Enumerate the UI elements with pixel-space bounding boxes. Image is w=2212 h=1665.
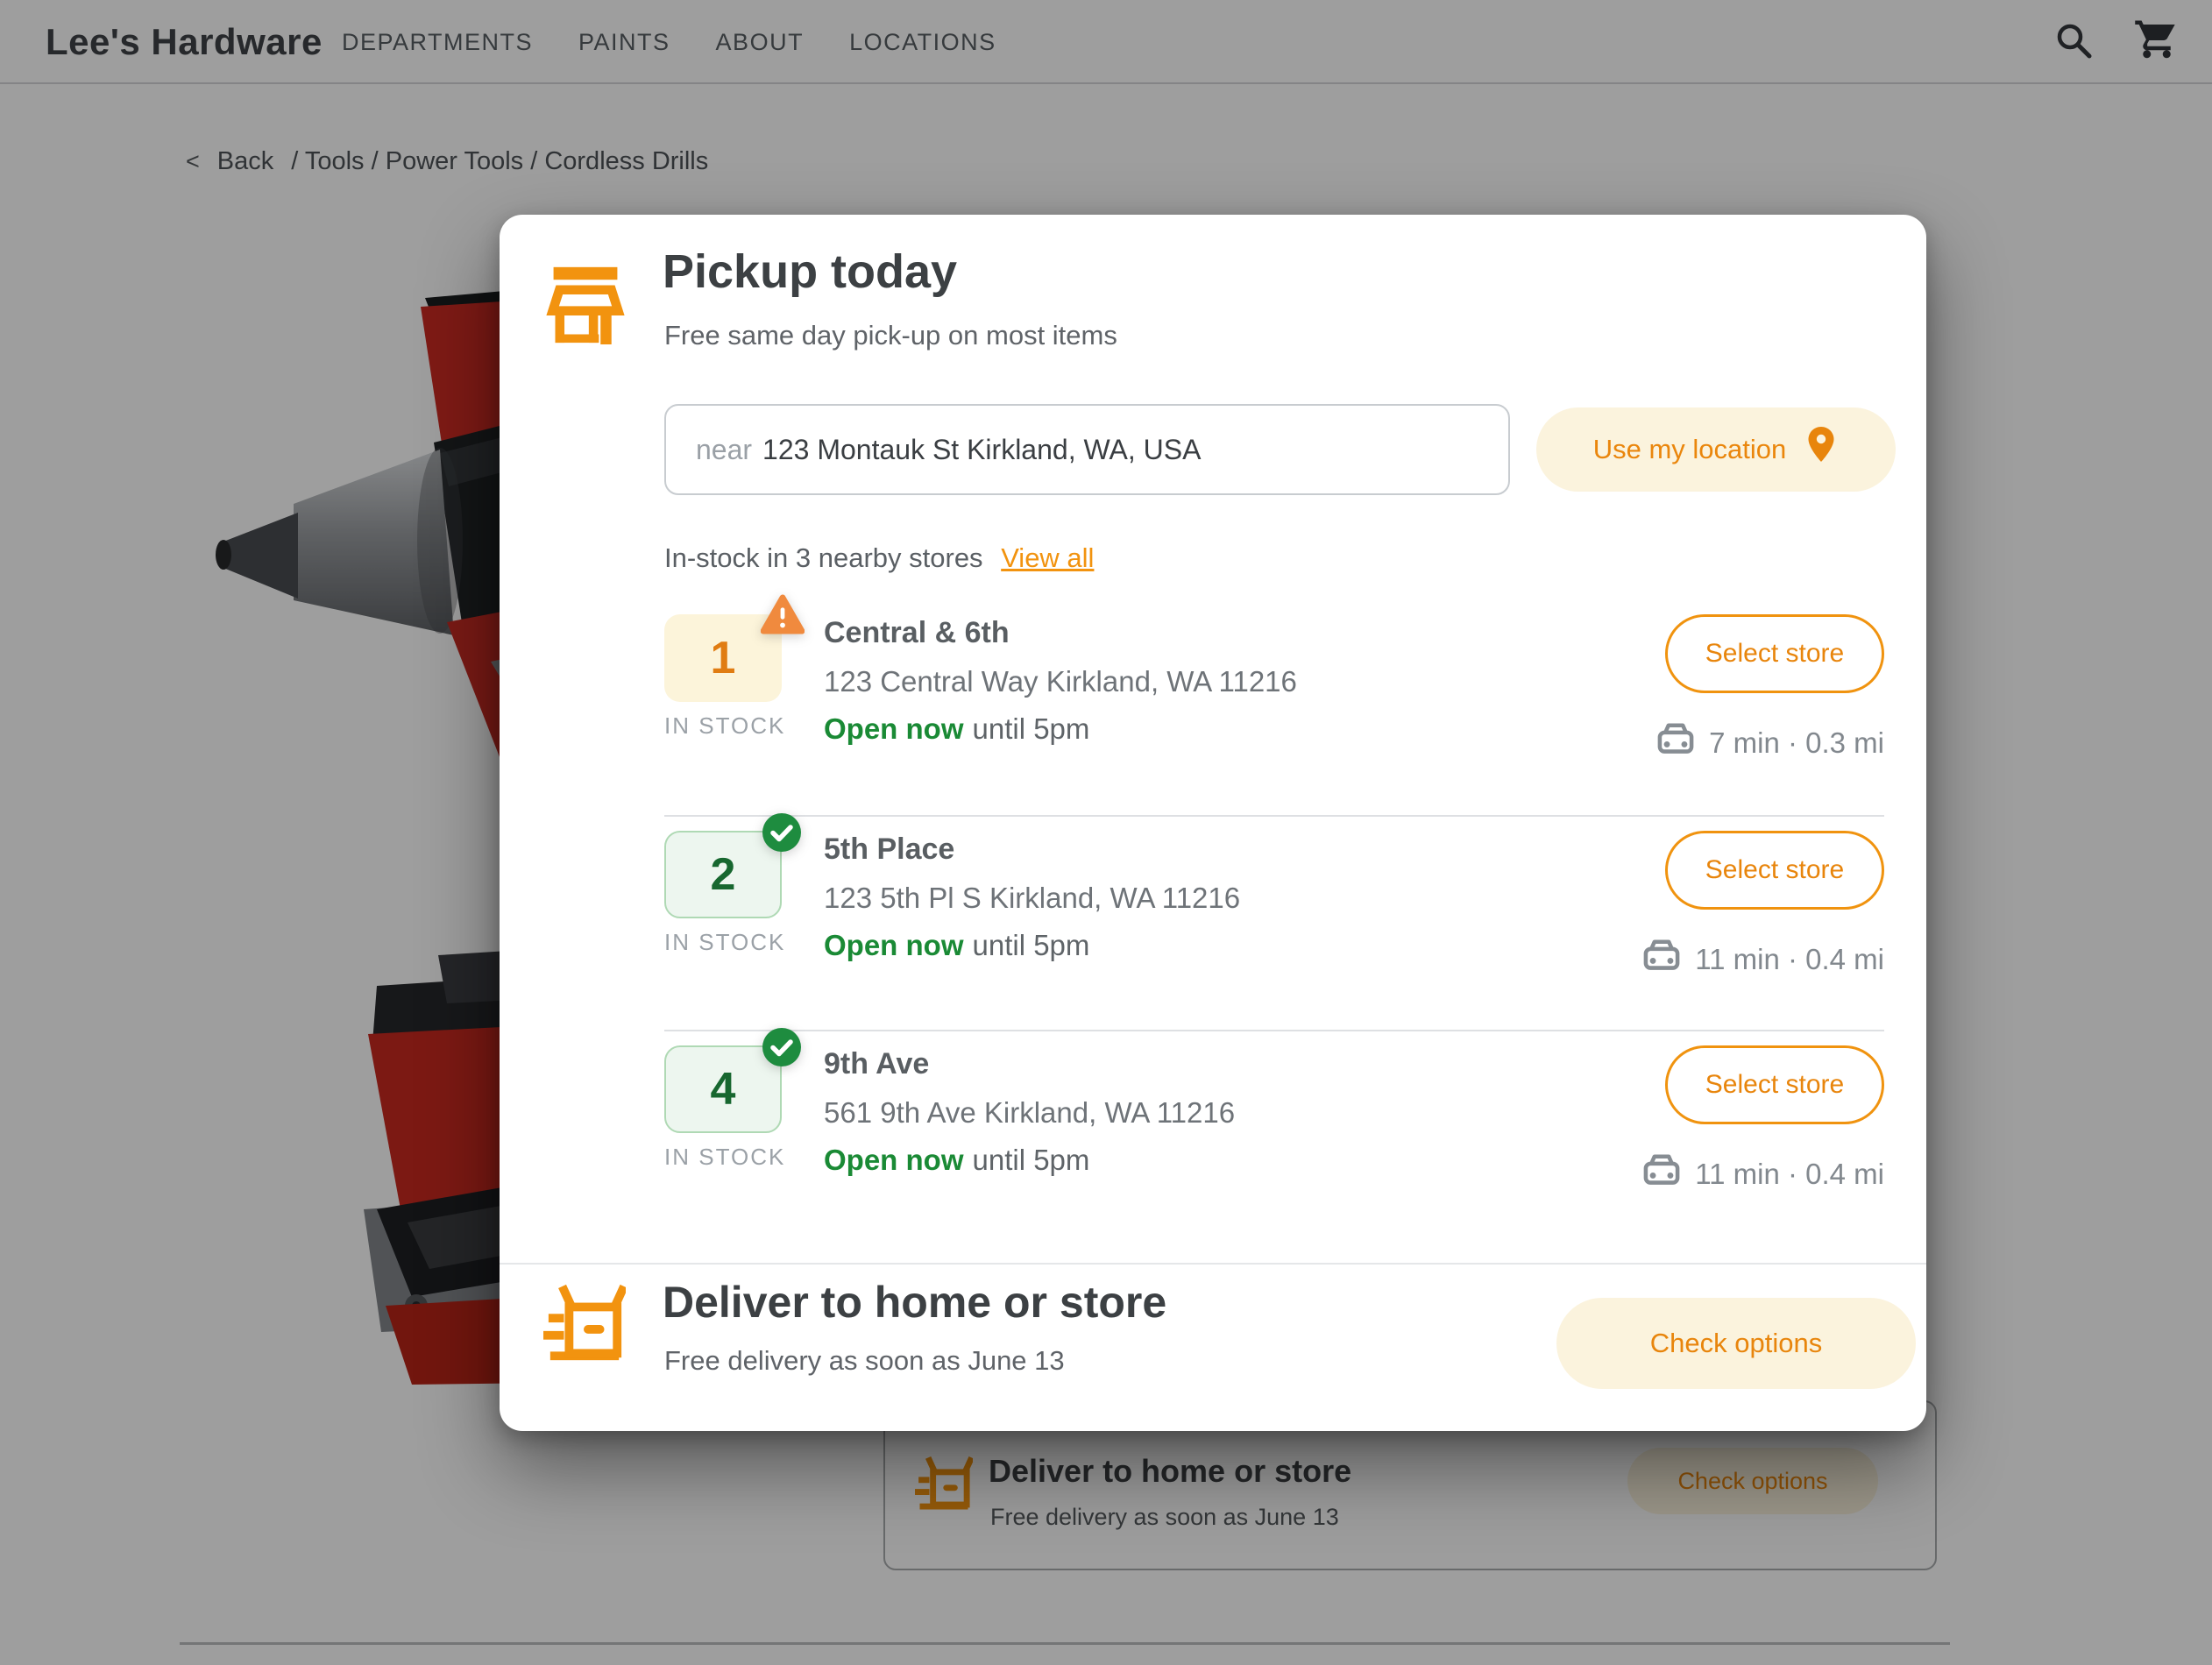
- stock-summary: In-stock in 3 nearby stores View all: [664, 542, 1094, 574]
- store-address: 123 5th Pl S Kirkland, WA 11216: [824, 882, 1652, 915]
- pickup-modal: Pickup today Free same day pick-up on mo…: [500, 215, 1926, 1431]
- car-icon: [1656, 723, 1695, 763]
- store-row: 2 IN STOCK 5th Place 123 5th Pl S Kirkla…: [664, 815, 1884, 1030]
- select-store-button[interactable]: Select store: [1665, 614, 1884, 693]
- in-stock-label: IN STOCK: [664, 712, 824, 740]
- delivery-subtitle: Free delivery as soon as June 13: [664, 1345, 1065, 1377]
- store-row: 4 IN STOCK 9th Ave 561 9th Ave Kirkland,…: [664, 1030, 1884, 1244]
- check-options-button[interactable]: Check options: [1556, 1298, 1916, 1389]
- store-row: 1 IN STOCK Central & 6th 123 Centr: [664, 600, 1884, 815]
- fast-delivery-icon: [543, 1282, 626, 1374]
- pickup-title: Pickup today: [663, 244, 957, 299]
- use-my-location-button[interactable]: Use my location: [1536, 407, 1896, 492]
- drive-info: 11 min · 0.4 mi: [1642, 939, 1884, 980]
- hours-text: until 5pm: [973, 712, 1090, 745]
- store-address: 561 9th Ave Kirkland, WA 11216: [824, 1096, 1652, 1130]
- storefront-icon: [545, 264, 626, 349]
- select-store-button[interactable]: Select store: [1665, 831, 1884, 910]
- delivery-section: Deliver to home or store Free delivery a…: [500, 1265, 1926, 1431]
- stock-count: 2: [711, 848, 736, 901]
- in-stock-label: IN STOCK: [664, 1144, 824, 1171]
- stock-count-badge: 4: [664, 1045, 782, 1133]
- warning-icon: [761, 593, 805, 646]
- stock-count: 4: [711, 1063, 736, 1116]
- in-stock-label: IN STOCK: [664, 929, 824, 956]
- location-pin-icon: [1804, 425, 1839, 474]
- page-root: Lee's Hardware DEPARTMENTS PAINTS ABOUT …: [0, 0, 2212, 1665]
- drive-info: 11 min · 0.4 mi: [1642, 1154, 1884, 1194]
- store-hours: Open now until 5pm: [824, 929, 1652, 962]
- stock-count-badge: 2: [664, 831, 782, 918]
- drive-text: 11 min · 0.4 mi: [1695, 1158, 1884, 1191]
- location-input-prefix: near: [696, 434, 752, 466]
- store-hours: Open now until 5pm: [824, 1144, 1652, 1177]
- stock-count-badge: 1: [664, 614, 782, 702]
- open-status: Open now: [824, 712, 964, 745]
- check-icon: [761, 1026, 803, 1080]
- location-input[interactable]: near 123 Montauk St Kirkland, WA, USA: [664, 404, 1510, 495]
- drive-text: 11 min · 0.4 mi: [1695, 943, 1884, 976]
- select-store-button[interactable]: Select store: [1665, 1045, 1884, 1124]
- open-status: Open now: [824, 929, 964, 961]
- store-name: 5th Place: [824, 832, 1652, 867]
- open-status: Open now: [824, 1144, 964, 1176]
- stores-list: 1 IN STOCK Central & 6th 123 Centr: [664, 600, 1884, 1244]
- drive-text: 7 min · 0.3 mi: [1709, 726, 1884, 760]
- delivery-title: Deliver to home or store: [663, 1277, 1166, 1328]
- store-address: 123 Central Way Kirkland, WA 11216: [824, 665, 1652, 698]
- store-name: Central & 6th: [824, 616, 1652, 650]
- pickup-subtitle: Free same day pick-up on most items: [664, 320, 1117, 351]
- stock-count: 1: [711, 632, 736, 684]
- check-icon: [761, 811, 803, 865]
- view-all-link[interactable]: View all: [1001, 542, 1094, 573]
- location-input-value: 123 Montauk St Kirkland, WA, USA: [762, 434, 1201, 466]
- store-hours: Open now until 5pm: [824, 712, 1652, 746]
- store-name: 9th Ave: [824, 1047, 1652, 1081]
- drive-info: 7 min · 0.3 mi: [1656, 723, 1884, 763]
- hours-text: until 5pm: [973, 1144, 1090, 1176]
- use-my-location-label: Use my location: [1593, 434, 1787, 465]
- car-icon: [1642, 1154, 1681, 1194]
- car-icon: [1642, 939, 1681, 980]
- hours-text: until 5pm: [973, 929, 1090, 961]
- stock-summary-text: In-stock in 3 nearby stores: [664, 542, 983, 573]
